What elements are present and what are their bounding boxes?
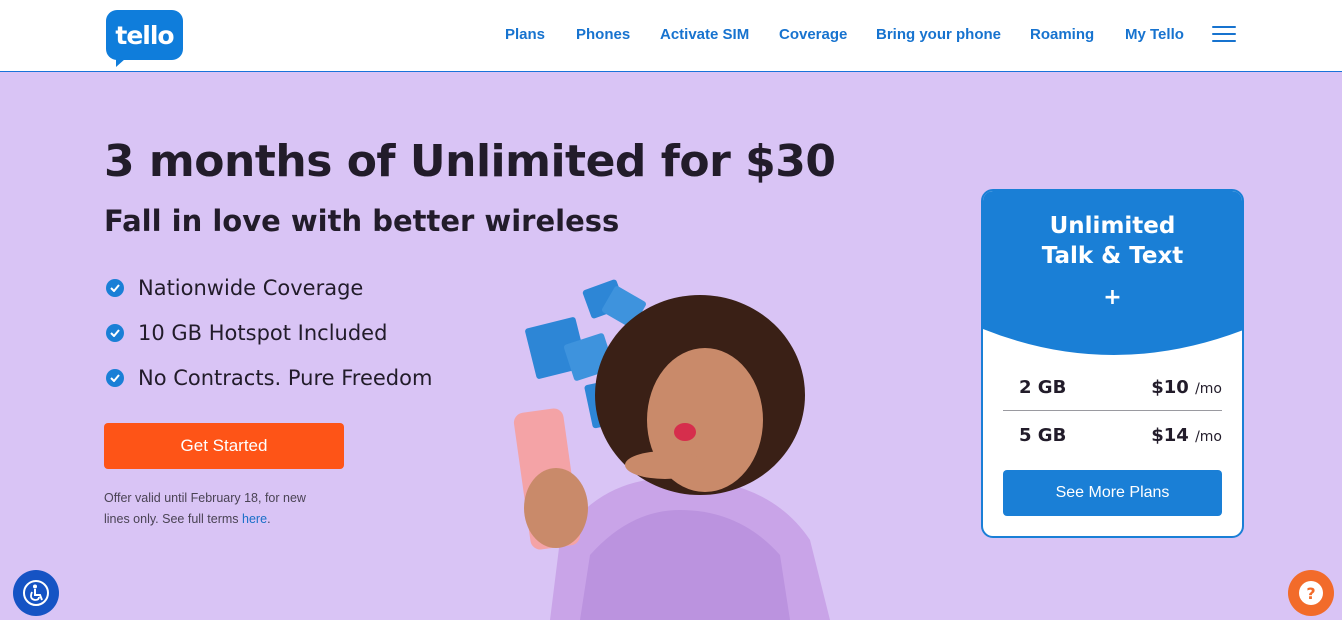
plan-row[interactable]: 5 GB $14 /mo: [1003, 413, 1222, 457]
plan-card: Unlimited Talk & Text + 2 GB $10 /mo 5 G…: [981, 189, 1244, 538]
feature-item: No Contracts. Pure Freedom: [106, 365, 432, 391]
check-circle-icon: [106, 324, 124, 342]
accessibility-icon: [23, 580, 49, 606]
check-circle-icon: [106, 279, 124, 297]
plan-price: $10 /mo: [1151, 377, 1222, 398]
plan-card-title: Unlimited Talk & Text: [983, 211, 1242, 271]
plan-price-unit: /mo: [1195, 380, 1222, 397]
accessibility-button[interactable]: [13, 570, 59, 616]
terms-line-2: lines only. See full terms: [104, 512, 243, 526]
plus-icon: +: [1103, 285, 1122, 310]
feature-item: 10 GB Hotspot Included: [106, 320, 387, 346]
feature-label: Nationwide Coverage: [138, 276, 364, 300]
plan-row[interactable]: 2 GB $10 /mo: [1003, 365, 1222, 409]
nav-plans[interactable]: Plans: [505, 26, 545, 43]
plan-price-amount: $10: [1151, 376, 1189, 398]
nav-roaming[interactable]: Roaming: [1030, 26, 1094, 43]
hero-subhead: Fall in love with better wireless: [104, 204, 620, 238]
nav-bring-your-phone[interactable]: Bring your phone: [876, 26, 1001, 43]
tello-logo[interactable]: tello: [106, 10, 183, 67]
site-header: tello Plans Phones Activate SIM Coverage…: [0, 0, 1342, 72]
nav-activate-sim[interactable]: Activate SIM: [660, 26, 749, 43]
plan-card-title-line-1: Unlimited: [1049, 213, 1176, 239]
nav-my-tello[interactable]: My Tello: [1125, 26, 1184, 43]
plan-data: 2 GB: [1019, 376, 1067, 398]
plan-data: 5 GB: [1019, 424, 1067, 446]
check-circle-icon: [106, 369, 124, 387]
plan-price: $14 /mo: [1151, 425, 1222, 446]
hero-illustration: [513, 279, 830, 620]
hamburger-menu-icon[interactable]: [1212, 26, 1236, 44]
feature-label: 10 GB Hotspot Included: [138, 321, 388, 345]
get-started-button[interactable]: Get Started: [104, 423, 344, 469]
plan-card-title-line-2: Talk & Text: [1041, 243, 1184, 269]
plan-divider: [1003, 410, 1222, 411]
offer-terms: Offer valid until February 18, for new l…: [104, 488, 344, 530]
plan-price-unit: /mo: [1195, 428, 1222, 445]
nav-coverage[interactable]: Coverage: [779, 26, 847, 43]
nav-phones[interactable]: Phones: [576, 26, 630, 43]
see-more-plans-button[interactable]: See More Plans: [1003, 470, 1222, 516]
feature-item: Nationwide Coverage: [106, 275, 363, 301]
terms-link[interactable]: here: [242, 512, 267, 526]
terms-end: .: [267, 512, 271, 526]
feature-label: No Contracts. Pure Freedom: [138, 366, 433, 390]
terms-line-1: Offer valid until February 18, for new: [104, 491, 306, 505]
hero-headline: 3 months of Unlimited for $30: [104, 136, 836, 187]
help-button[interactable]: ?: [1288, 570, 1334, 616]
help-question-icon: ?: [1299, 581, 1323, 605]
plan-price-amount: $14: [1151, 424, 1189, 446]
